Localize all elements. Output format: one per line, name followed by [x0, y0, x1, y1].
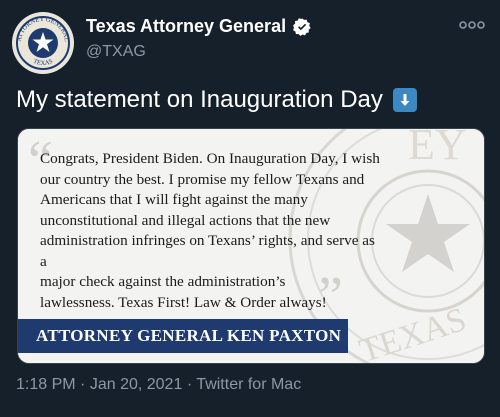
- display-name[interactable]: Texas Attorney General: [86, 16, 286, 37]
- verified-badge-icon: [293, 17, 311, 36]
- account-names: Texas Attorney General @TXAG: [86, 16, 312, 61]
- seal-top-text: EY: [408, 129, 467, 169]
- tweet-media-image[interactable]: EY TEXAS “ ” Congrats, President Biden. …: [17, 128, 485, 364]
- meta-separator: ·: [186, 376, 193, 393]
- tweet-text: My statement on Inauguration Day: [16, 86, 417, 114]
- tweet-header: ATTORNEY GENERAL TEXAS Texas Attorney Ge…: [0, 0, 500, 80]
- tweet-source[interactable]: Twitter for Mac: [196, 376, 301, 393]
- tweet-date[interactable]: Jan 20, 2021: [90, 376, 183, 393]
- down-arrow-icon: [392, 88, 417, 112]
- handle[interactable]: @TXAG: [86, 43, 312, 61]
- statement-quote: Congrats, President Biden. On Inaugurati…: [40, 150, 380, 311]
- tweet-metadata: 1:18 PM · Jan 20, 2021 · Twitter for Mac: [16, 376, 301, 394]
- name-banner: ATTORNEY GENERAL KEN PAXTON: [18, 319, 348, 353]
- display-name-row[interactable]: Texas Attorney General: [86, 16, 312, 37]
- meta-separator: ·: [80, 376, 86, 393]
- tweet-time[interactable]: 1:18 PM: [16, 376, 76, 393]
- more-options-icon[interactable]: [458, 18, 486, 32]
- avatar[interactable]: ATTORNEY GENERAL TEXAS: [12, 12, 74, 74]
- seal-icon: ATTORNEY GENERAL TEXAS: [13, 13, 73, 73]
- tweet-body: My statement on Inauguration Day: [16, 86, 383, 113]
